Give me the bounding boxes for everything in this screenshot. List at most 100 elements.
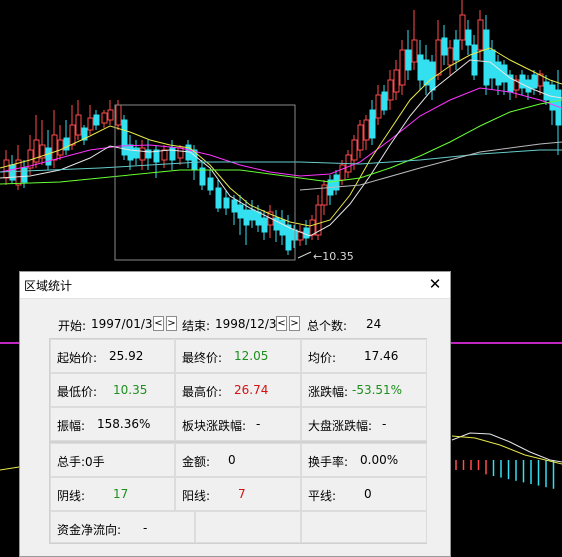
start-prev-button[interactable]: <	[153, 316, 164, 331]
candle-body	[519, 74, 526, 89]
candle-body	[531, 74, 538, 89]
stat-flow-label: 资金净流向:	[57, 523, 122, 537]
candle-body	[543, 81, 550, 101]
stat-flat-count-cell: 平线: 0	[301, 477, 427, 511]
stat-up-count-label: 阳线:	[182, 489, 211, 503]
stat-turnover-value: 0.00%	[360, 453, 399, 467]
candle-body	[139, 147, 146, 161]
candle-body	[115, 104, 122, 126]
area-statistics-dialog: 区域统计 ✕ 开始: 1997/01/31 < > 结束: 1998/12/31…	[19, 271, 451, 557]
candle-body	[101, 112, 108, 124]
stat-down-count-value: 17	[113, 487, 129, 501]
candle-body	[351, 139, 358, 161]
candle-body	[453, 39, 460, 61]
candle-body	[387, 79, 394, 101]
stat-market-cell: 大盘涨跌幅: -	[301, 407, 427, 441]
candle-body	[417, 54, 424, 81]
stat-amplitude-label: 振幅:	[57, 419, 86, 433]
stat-down-count-cell: 阴线: 17	[50, 477, 175, 511]
candle-body	[161, 149, 168, 161]
candle-body	[243, 209, 250, 226]
stat-down-count-label: 阴线:	[57, 489, 86, 503]
stat-low-label: 最低价:	[57, 385, 98, 399]
start-date: 1997/01/31	[91, 317, 161, 331]
candle-body	[93, 114, 100, 126]
stat-up-count-value: 7	[238, 487, 246, 501]
candle-body	[21, 167, 28, 183]
candle-body	[375, 94, 382, 119]
low-pointer-line	[297, 251, 312, 259]
candle-body	[363, 119, 370, 141]
candle-body	[393, 69, 400, 93]
candle-body	[69, 124, 76, 146]
candle-body	[441, 37, 448, 56]
candle-body	[369, 109, 376, 139]
candle-body	[3, 159, 10, 179]
candle-body	[303, 227, 310, 239]
stat-market-value: -	[382, 417, 387, 431]
stat-amount-value: 0	[228, 453, 236, 467]
stat-sector-value: -	[256, 417, 261, 431]
candle-body	[273, 217, 280, 231]
stat-avg-label: 均价:	[308, 351, 337, 365]
stat-amplitude-value: 158.36%	[97, 417, 151, 431]
candle-body	[411, 39, 418, 63]
stat-flat-count-value: 0	[364, 487, 372, 501]
stat-open-value: 25.92	[109, 349, 144, 363]
candle-body	[223, 197, 230, 209]
candle-body	[465, 29, 472, 46]
candle-body	[333, 174, 340, 191]
dialog-titlebar: 区域统计 ✕	[20, 272, 450, 299]
stat-turnover-cell: 换手率: 0.00%	[301, 443, 427, 477]
macd-bars	[455, 460, 555, 489]
start-next-button[interactable]: >	[166, 316, 177, 331]
stat-flow-cell: 资金净流向: -	[50, 511, 195, 543]
stat-sector-cell: 板块涨跌幅: -	[175, 407, 301, 441]
stats-grid: 起始价: 25.92 最终价: 12.05 均价: 17.46 最低价: 10.…	[49, 338, 427, 544]
stat-volume-cell: 总手: 0手	[50, 443, 175, 477]
stat-close-cell: 最终价: 12.05	[175, 339, 301, 373]
stat-change-cell: 涨跌幅: -53.51%	[301, 373, 427, 407]
stat-open-label: 起始价:	[57, 351, 98, 365]
stat-amount-cell: 金额: 0	[175, 443, 301, 477]
stat-avg-value: 17.46	[364, 349, 399, 363]
close-icon[interactable]: ✕	[426, 274, 444, 294]
stat-amount-label: 金额:	[182, 455, 211, 469]
candle-body	[127, 144, 134, 161]
candle-body	[107, 109, 114, 121]
stat-sector-label: 板块涨跌幅:	[182, 419, 247, 433]
stat-volume-value: 0手	[85, 455, 105, 469]
low-price-arrow: ←	[313, 250, 323, 263]
stat-flow-value: -	[143, 521, 148, 535]
candle-body	[447, 47, 454, 66]
candle-body	[279, 219, 286, 236]
macd-dea-line	[451, 435, 562, 465]
candle-body	[57, 139, 64, 156]
end-date: 1998/12/31	[215, 317, 285, 331]
stat-high-label: 最高价:	[182, 385, 223, 399]
end-next-button[interactable]: >	[289, 316, 300, 331]
macd-left-line	[0, 466, 20, 471]
stat-close-value: 12.05	[234, 349, 269, 363]
candle-body	[483, 29, 490, 86]
stat-change-label: 涨跌幅:	[308, 385, 349, 399]
low-price-value: 10.35	[322, 250, 354, 263]
end-prev-button[interactable]: <	[276, 316, 287, 331]
count-label: 总个数:	[307, 319, 348, 333]
stat-close-label: 最终价:	[182, 351, 223, 365]
stat-avg-cell: 均价: 17.46	[301, 339, 427, 373]
candle-body	[495, 61, 502, 86]
candle-body	[215, 187, 222, 209]
candle-body	[207, 177, 214, 191]
candle-body	[435, 39, 442, 76]
ma-line-cyan	[0, 149, 562, 173]
candle-body	[549, 84, 556, 111]
candle-body	[405, 49, 412, 71]
stat-open-cell: 起始价: 25.92	[50, 339, 175, 373]
candle-body	[45, 147, 52, 166]
stat-turnover-label: 换手率:	[308, 455, 349, 469]
candle-body	[199, 167, 206, 186]
stat-amplitude-cell: 振幅: 158.36%	[50, 407, 175, 441]
candle-body	[231, 199, 238, 213]
candle-body	[381, 91, 388, 111]
